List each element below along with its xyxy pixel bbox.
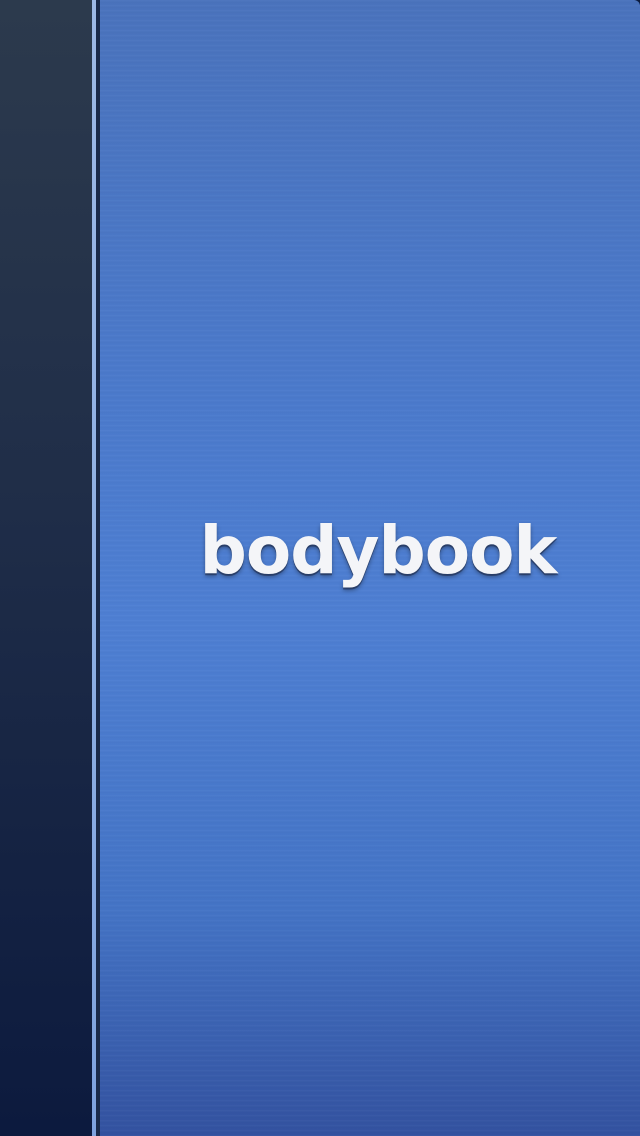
book-spine — [0, 0, 92, 1136]
book-cover: bodybook — [100, 0, 640, 1136]
app-logo: bodybook — [199, 512, 558, 589]
splash-screen: bodybook — [0, 0, 640, 1136]
